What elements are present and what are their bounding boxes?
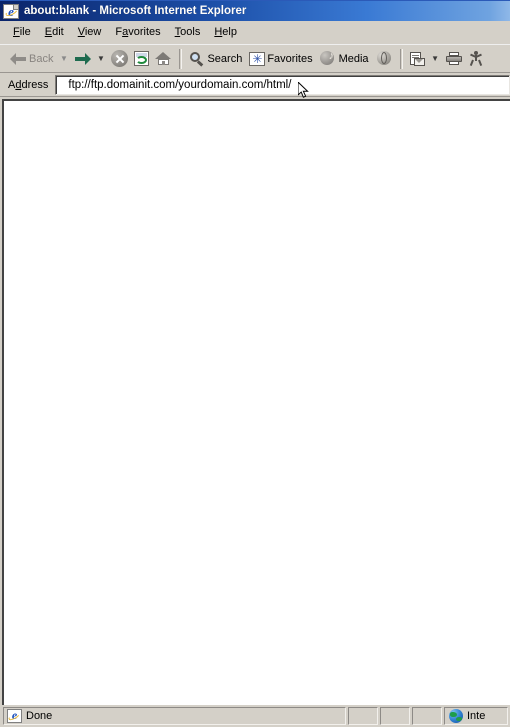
arrow-right-icon: [74, 51, 92, 66]
media-icon: ♪: [319, 51, 337, 66]
media-button[interactable]: ♪ Media: [317, 47, 373, 70]
security-zone-panel[interactable]: Inte: [444, 706, 508, 725]
ie-logo-icon[interactable]: e: [3, 3, 19, 19]
arrow-left-icon: [10, 51, 27, 66]
search-button[interactable]: Search: [186, 47, 246, 70]
media-button-label: Media: [338, 52, 369, 65]
status-panel-2: [380, 706, 410, 725]
favorites-button[interactable]: ✳ Favorites: [246, 47, 316, 70]
menu-item-tools[interactable]: Tools: [168, 24, 208, 41]
security-zone-text: Inte: [467, 709, 486, 722]
toolbar-separator-2: [399, 48, 403, 69]
content-area-wrapper: [0, 97, 510, 705]
status-bar: e Done Inte: [0, 705, 510, 727]
home-icon: [155, 51, 172, 66]
menu-bar: File Edit View Favorites Tools Help: [0, 21, 510, 44]
stop-icon: [111, 50, 129, 67]
address-label: Address: [8, 78, 49, 91]
address-input[interactable]: ftp://ftp.domainit.com/yourdomain.com/ht…: [55, 74, 510, 95]
menu-item-edit[interactable]: Edit: [38, 24, 71, 41]
back-button-label: Back: [29, 52, 54, 65]
refresh-button[interactable]: [131, 47, 152, 70]
search-button-label: Search: [207, 52, 243, 65]
favorites-button-label: Favorites: [267, 52, 313, 65]
status-message-panel: e Done: [3, 706, 346, 725]
toolbar-separator: [179, 48, 183, 69]
search-icon: [189, 51, 205, 67]
navigation-toolbar: Back ▼ ▼ Search ✳ Favorites ♪ Media ▼: [0, 44, 510, 73]
address-bar: Address ftp://ftp.domainit.com/yourdomai…: [0, 73, 510, 97]
refresh-icon: [134, 51, 150, 66]
forward-dropdown-chevron-down-icon[interactable]: ▼: [96, 54, 105, 63]
address-url-text: ftp://ftp.domainit.com/yourdomain.com/ht…: [68, 78, 292, 91]
print-icon: [445, 51, 463, 66]
mail-button[interactable]: [407, 47, 429, 70]
stop-button[interactable]: [108, 47, 131, 70]
menu-item-help[interactable]: Help: [207, 24, 244, 41]
status-text: Done: [26, 709, 53, 722]
edit-person-icon: [469, 51, 484, 66]
home-button[interactable]: [152, 47, 175, 70]
mail-icon: [409, 51, 426, 66]
menu-item-view[interactable]: View: [71, 24, 109, 41]
back-dropdown-chevron-down-icon[interactable]: ▼: [59, 54, 68, 63]
title-bar[interactable]: e about:blank - Microsoft Internet Explo…: [0, 0, 510, 21]
back-button[interactable]: Back: [7, 47, 57, 70]
status-panel-1: [348, 706, 378, 725]
history-icon: [376, 51, 393, 66]
edit-button[interactable]: [466, 47, 487, 70]
mail-dropdown-chevron-down-icon[interactable]: ▼: [431, 54, 440, 63]
window-title: about:blank - Microsoft Internet Explore…: [24, 5, 247, 17]
menu-item-favorites[interactable]: Favorites: [108, 24, 167, 41]
status-panel-3: [412, 706, 442, 725]
history-button[interactable]: [373, 47, 396, 70]
page-content[interactable]: [2, 99, 510, 705]
print-button[interactable]: [443, 47, 466, 70]
ie-logo-icon: e: [7, 708, 22, 723]
globe-icon: [449, 708, 463, 723]
browser-window: e about:blank - Microsoft Internet Explo…: [0, 0, 510, 727]
star-icon: ✳: [249, 51, 266, 66]
menu-item-file[interactable]: File: [6, 24, 38, 41]
forward-button[interactable]: [71, 47, 94, 70]
